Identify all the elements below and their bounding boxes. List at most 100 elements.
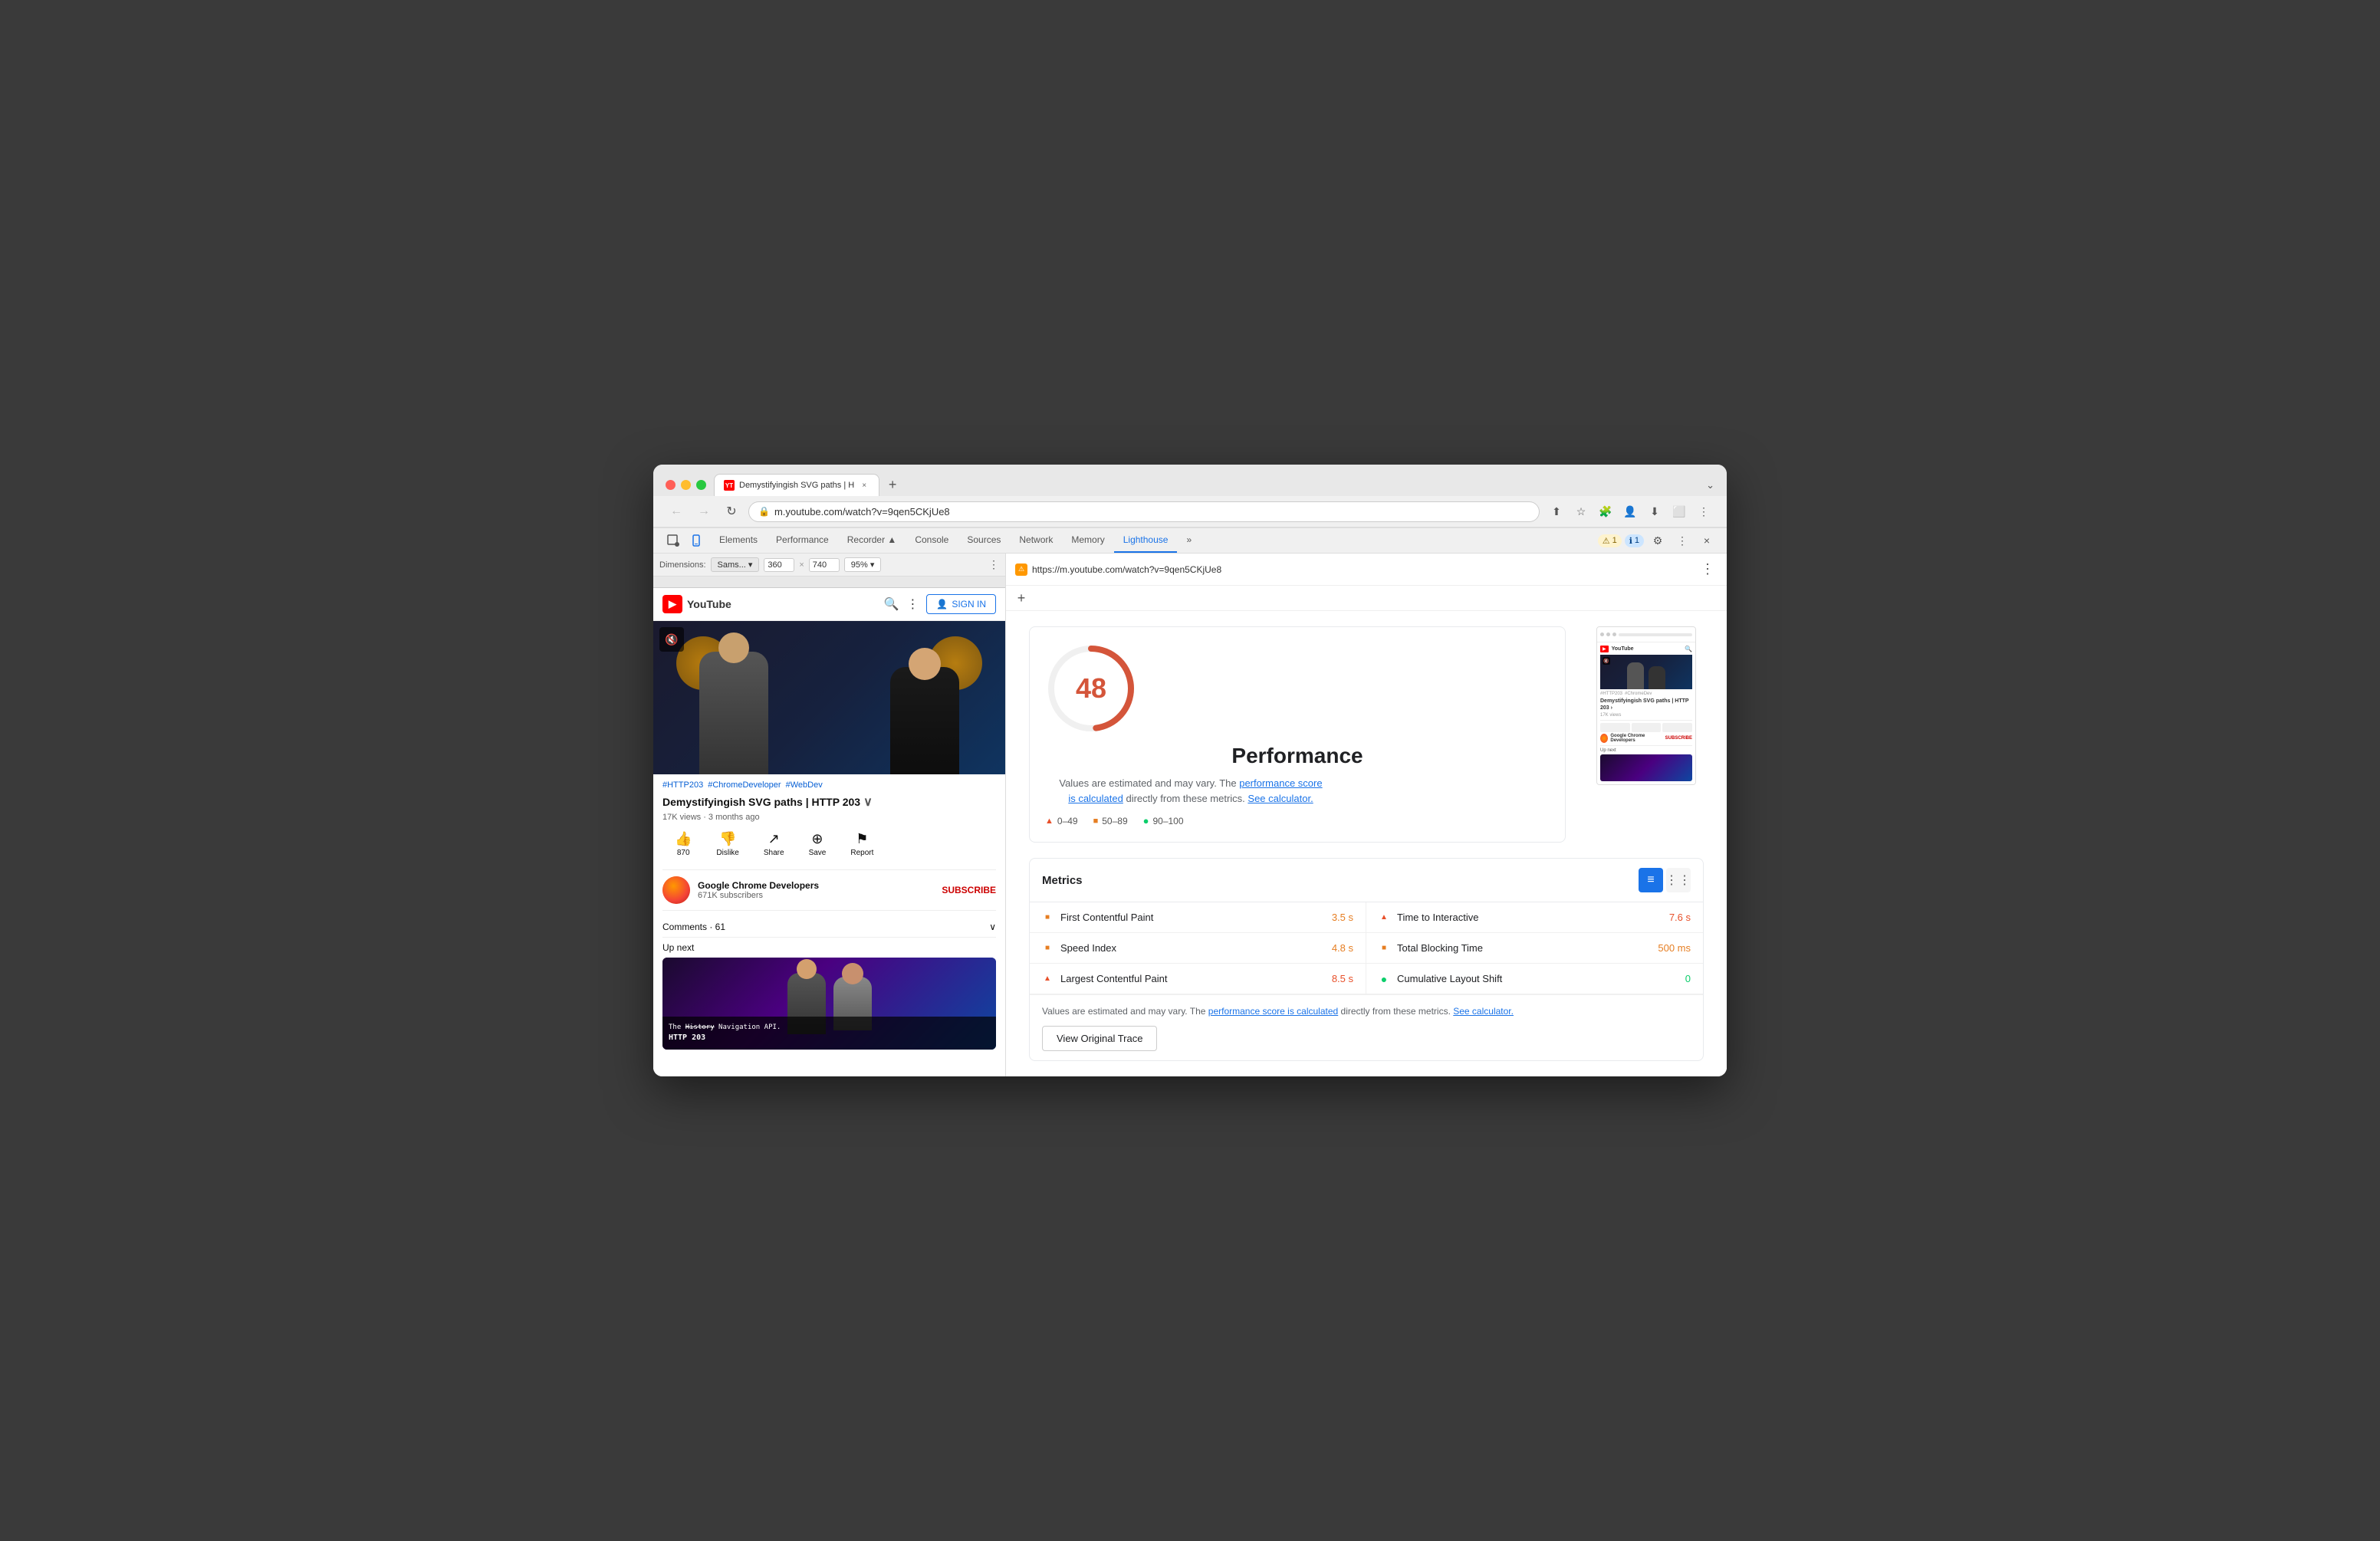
tab-lighthouse[interactable]: Lighthouse	[1114, 528, 1178, 553]
metric-tti: ▲ Time to Interactive 7.6 s	[1366, 902, 1703, 933]
metrics-list-view-button[interactable]: ≡	[1639, 868, 1663, 892]
tti-indicator: ▲	[1380, 913, 1388, 922]
yt-logo-text: YouTube	[687, 598, 731, 610]
more-tabs-button[interactable]: »	[1177, 528, 1201, 553]
next-video-line2: HTTP 203	[669, 1033, 990, 1043]
comments-section[interactable]: Comments · 61 ∨	[662, 917, 996, 938]
yt-more-icon[interactable]: ⋮	[906, 596, 919, 612]
thumb-content	[653, 621, 1005, 774]
tab-console[interactable]: Console	[906, 528, 958, 553]
devtools-close-button[interactable]: ×	[1696, 530, 1718, 551]
dislike-button[interactable]: 👎 Dislike	[704, 828, 751, 860]
share-button[interactable]: ⬆	[1546, 501, 1567, 522]
metrics-grid-view-button[interactable]: ⋮⋮	[1666, 868, 1691, 892]
devtools-left-tools	[659, 530, 710, 551]
back-button[interactable]: ←	[666, 501, 687, 522]
tab-memory[interactable]: Memory	[1062, 528, 1113, 553]
zoom-selector[interactable]: 95% ▾	[844, 557, 882, 572]
metrics-header: Metrics ≡ ⋮⋮	[1030, 859, 1703, 902]
yt-video-thumbnail[interactable]: 🔇	[653, 621, 1005, 774]
lighthouse-more-button[interactable]: ⋮	[1698, 558, 1718, 580]
tab-chevron[interactable]: ⌄	[1706, 479, 1714, 491]
footer-score-link[interactable]: performance score is calculated	[1208, 1006, 1338, 1017]
view-trace-button[interactable]: View Original Trace	[1042, 1026, 1157, 1051]
device-selector[interactable]: Sams... ▾	[711, 557, 760, 572]
tti-icon: ▲	[1379, 912, 1389, 923]
add-panel-bar: +	[1006, 586, 1727, 611]
new-tab-button[interactable]: +	[883, 475, 902, 495]
title-expand-icon[interactable]: ∨	[863, 794, 873, 810]
more-button[interactable]: ⋮	[1693, 501, 1714, 522]
info-badge[interactable]: ℹ 1	[1625, 534, 1644, 547]
device-toggle-button[interactable]	[685, 530, 707, 551]
maximize-button[interactable]	[696, 480, 706, 490]
ss-yt-search-icon: 🔍	[1685, 646, 1692, 652]
lighthouse-url-bar: ⚠ https://m.youtube.com/watch?v=9qen5CKj…	[1006, 554, 1727, 586]
tab-recorder[interactable]: Recorder ▲	[838, 528, 906, 553]
tag-2[interactable]: #ChromeDeveloper	[708, 780, 781, 790]
report-button[interactable]: ⚑ Report	[838, 828, 886, 860]
yt-logo: ▶ YouTube	[662, 595, 731, 613]
dimensions-more-button[interactable]: ⋮	[988, 558, 999, 571]
width-input[interactable]	[764, 558, 794, 572]
score-gauge: 48	[1045, 642, 1137, 734]
tag-3[interactable]: #WebDev	[786, 780, 823, 790]
mute-icon[interactable]: 🔇	[659, 627, 684, 652]
tab-favicon-label: YT	[725, 482, 733, 489]
address-bar[interactable]: 🔒 m.youtube.com/watch?v=9qen5CKjUe8	[748, 501, 1540, 522]
ss-person-1	[1627, 662, 1644, 689]
tbt-value: 500 ms	[1658, 942, 1691, 954]
ss-video-bg	[1600, 655, 1692, 689]
yt-signin-button[interactable]: 👤 SIGN IN	[926, 594, 996, 614]
tab-elements[interactable]: Elements	[710, 528, 767, 553]
tab-network[interactable]: Network	[1010, 528, 1062, 553]
title-bar: YT Demystifyingish SVG paths | H × + ⌄	[653, 465, 1727, 496]
ss-upnext: Up next	[1600, 748, 1692, 753]
ss-divider	[1600, 720, 1692, 721]
cast-button[interactable]: ⬜	[1668, 501, 1690, 522]
tab-close-button[interactable]: ×	[859, 480, 869, 491]
inspect-element-button[interactable]	[662, 530, 684, 551]
metrics-footer: Values are estimated and may vary. The p…	[1030, 994, 1703, 1060]
like-button[interactable]: 👍 870	[662, 828, 704, 860]
minimize-button[interactable]	[681, 480, 691, 490]
subscribe-button[interactable]: SUBSCRIBE	[942, 885, 996, 895]
channel-avatar[interactable]	[662, 876, 690, 904]
add-panel-button[interactable]: +	[1012, 589, 1031, 607]
forward-button[interactable]: →	[693, 501, 715, 522]
download-button[interactable]: ⬇	[1644, 501, 1665, 522]
description-start: Values are estimated and may vary. The	[1059, 777, 1239, 789]
ss-yt-title: Demystifyingish SVG paths | HTTP 203 ›	[1600, 698, 1692, 711]
description-end: directly from these metrics.	[1123, 793, 1248, 804]
ss-channel: Google Chrome Developers SUBSCRIBE	[1600, 734, 1692, 743]
tab-performance[interactable]: Performance	[767, 528, 838, 553]
share-button[interactable]: ↗ Share	[751, 828, 797, 860]
refresh-button[interactable]: ↻	[721, 501, 742, 522]
fcp-icon: ■	[1042, 912, 1053, 923]
save-button[interactable]: ⊕ Save	[797, 828, 839, 860]
warning-badge[interactable]: ⚠ 1	[1598, 534, 1622, 547]
close-button[interactable]	[666, 480, 676, 490]
browser-tab[interactable]: YT Demystifyingish SVG paths | H ×	[714, 474, 879, 496]
see-calculator-link[interactable]: See calculator.	[1248, 793, 1313, 804]
next-video-thumbnail[interactable]: The History Navigation API. HTTP 203	[662, 958, 996, 1050]
legend-fail: ▲ 0–49	[1045, 816, 1078, 826]
tag-1[interactable]: #HTTP203	[662, 780, 703, 790]
height-input[interactable]	[809, 558, 840, 572]
tab-sources[interactable]: Sources	[958, 528, 1010, 553]
viewport-panel: Dimensions: Sams... ▾ × 95% ▾ ⋮	[653, 554, 1006, 1076]
extensions-button[interactable]: 🧩	[1595, 501, 1616, 522]
footer-calc-link[interactable]: See calculator.	[1453, 1006, 1514, 1017]
profile-button[interactable]: 👤	[1619, 501, 1641, 522]
ss-yt-logo-text: YouTube	[1612, 646, 1634, 652]
channel-name: Google Chrome Developers	[698, 880, 934, 891]
devtools-more-button[interactable]: ⋮	[1672, 530, 1693, 551]
devtools-settings-button[interactable]: ⚙	[1647, 530, 1668, 551]
metrics-footer-text: Values are estimated and may vary. The p…	[1042, 1004, 1691, 1018]
footer-text-start: Values are estimated and may vary. The	[1042, 1006, 1208, 1017]
ss-channel-name: Google Chrome Developers	[1610, 734, 1662, 743]
metrics-grid: ■ First Contentful Paint 3.5 s ▲ Time to…	[1030, 902, 1703, 994]
yt-search-icon[interactable]: 🔍	[883, 596, 899, 612]
devtools-right-actions: ⚠ 1 ℹ 1 ⚙ ⋮ ×	[1595, 530, 1721, 551]
bookmark-button[interactable]: ☆	[1570, 501, 1592, 522]
